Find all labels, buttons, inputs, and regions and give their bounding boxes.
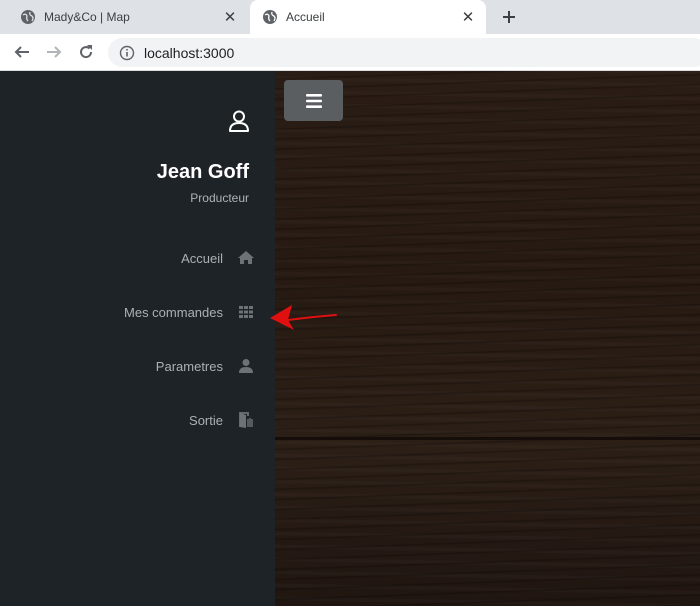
user-role: Producteur bbox=[190, 191, 249, 205]
browser-tab-strip: Mady&Co | Map ✕ Accueil ✕ bbox=[0, 0, 700, 34]
globe-icon bbox=[21, 10, 35, 24]
forward-button[interactable] bbox=[42, 40, 66, 64]
sidebar-item-parametres[interactable]: Parametres bbox=[156, 354, 255, 378]
sidebar-item-accueil[interactable]: Accueil bbox=[181, 246, 255, 270]
main-content-background bbox=[275, 71, 700, 606]
sidebar-item-label: Parametres bbox=[155, 358, 223, 374]
address-text: localhost:3000 bbox=[144, 44, 235, 61]
browser-tab-accueil[interactable]: Accueil ✕ bbox=[250, 0, 486, 34]
browser-toolbar: localhost:3000 bbox=[0, 34, 700, 71]
wood-plank-seam bbox=[275, 437, 700, 440]
menu-toggle-button[interactable] bbox=[284, 80, 343, 121]
sidebar-item-mes-commandes[interactable]: Mes commandes bbox=[124, 300, 255, 324]
address-bar[interactable]: localhost:3000 bbox=[108, 38, 700, 67]
grid-icon bbox=[239, 306, 253, 318]
tab-title: Mady&Co | Map bbox=[44, 10, 130, 24]
sidebar: Jean Goff Producteur Accueil Mes command… bbox=[0, 71, 275, 606]
reload-icon bbox=[80, 45, 93, 59]
back-button[interactable] bbox=[10, 40, 34, 64]
globe-icon bbox=[263, 10, 277, 24]
home-icon bbox=[238, 251, 254, 264]
browser-tab-map[interactable]: Mady&Co | Map ✕ bbox=[8, 0, 248, 34]
reload-button[interactable] bbox=[74, 40, 98, 64]
red-arrow-annotation bbox=[270, 305, 337, 330]
info-icon[interactable] bbox=[119, 45, 135, 61]
user-icon bbox=[229, 110, 249, 132]
close-tab-icon[interactable]: ✕ bbox=[222, 9, 238, 26]
app-page: Jean Goff Producteur Accueil Mes command… bbox=[0, 71, 700, 606]
sidebar-item-label: Accueil bbox=[181, 250, 223, 266]
sidebar-item-label: Mes commandes bbox=[124, 304, 223, 320]
sidebar-item-label: Sortie bbox=[189, 412, 223, 428]
hamburger-icon bbox=[305, 93, 322, 108]
new-tab-button[interactable] bbox=[497, 6, 521, 28]
sidebar-item-sortie[interactable]: Sortie bbox=[189, 408, 255, 432]
door-exit-icon bbox=[239, 412, 253, 428]
tab-title: Accueil bbox=[286, 10, 325, 24]
user-name: Jean Goff bbox=[156, 161, 249, 183]
person-icon bbox=[239, 359, 253, 373]
close-tab-icon[interactable]: ✕ bbox=[460, 9, 476, 26]
plus-icon bbox=[503, 11, 515, 23]
back-arrow-icon bbox=[14, 46, 29, 58]
forward-arrow-icon bbox=[47, 46, 62, 58]
